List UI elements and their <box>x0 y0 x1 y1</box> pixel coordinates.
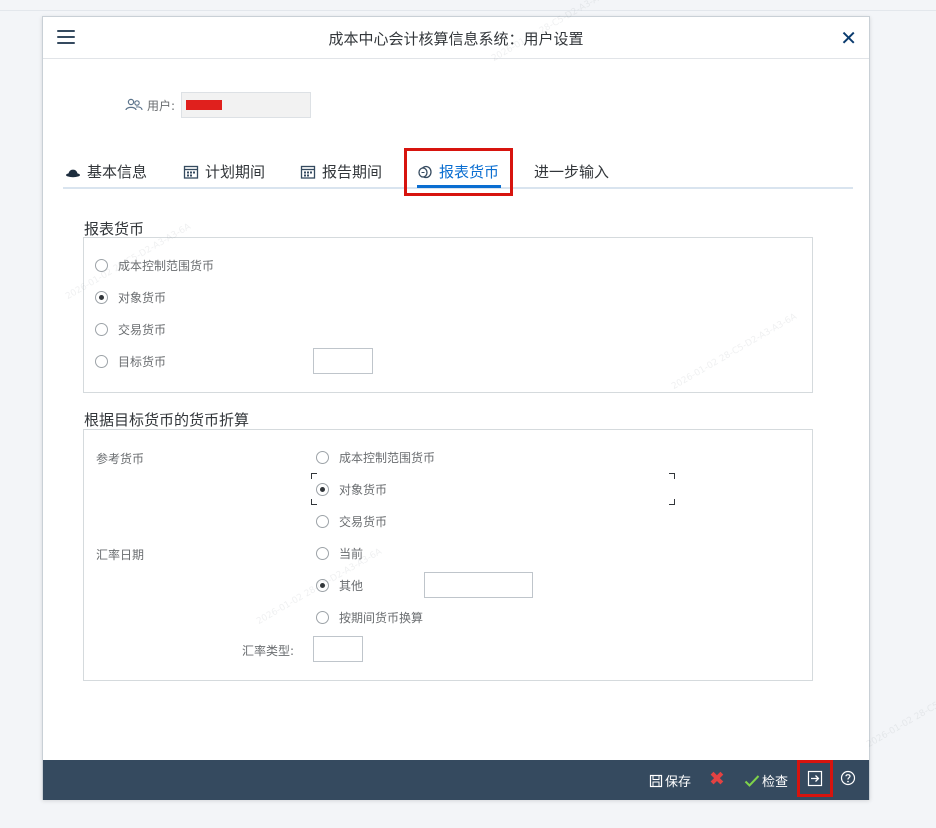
reference-currency-label: 参考货币 <box>96 452 145 466</box>
radio-date-other[interactable]: 其他 <box>316 577 363 594</box>
radio-button[interactable] <box>95 355 108 368</box>
save-button[interactable]: 保存 <box>649 771 691 790</box>
cancel-icon[interactable]: ✖ <box>709 768 725 790</box>
radio-button[interactable] <box>316 547 329 560</box>
check-button[interactable]: 检查 <box>744 771 788 790</box>
tab-label: 报表货币 <box>439 163 500 181</box>
calendar-icon <box>300 165 316 179</box>
users-icon <box>125 98 143 111</box>
help-button[interactable] <box>840 770 858 786</box>
focus-corner <box>311 499 317 505</box>
close-icon[interactable]: ✕ <box>840 26 857 50</box>
radio-button[interactable] <box>95 291 108 304</box>
tab-label: 进一步输入 <box>534 163 610 181</box>
user-settings-dialog: 成本中心会计核算信息系统：用户设置 ✕ 用户: 基本信息 计划期间 报告期间 报… <box>42 0 870 800</box>
redacted-username <box>186 100 223 110</box>
tab-report-currency[interactable]: 报表货币 <box>417 161 499 182</box>
tab-report-period[interactable]: 报告期间 <box>300 161 382 182</box>
tab-label: 基本信息 <box>87 163 148 181</box>
radio-transaction-currency[interactable]: 交易货币 <box>95 321 166 338</box>
radio-ref-transaction-currency[interactable]: 交易货币 <box>316 513 387 530</box>
check-label: 检查 <box>762 775 789 790</box>
calendar-icon <box>183 165 199 179</box>
radio-target-currency[interactable]: 目标货币 <box>95 353 166 370</box>
other-date-input[interactable] <box>424 572 533 598</box>
focus-corner <box>669 499 675 505</box>
rate-type-input[interactable] <box>313 636 363 662</box>
tab-label: 报告期间 <box>322 163 383 181</box>
radio-label: 对象货币 <box>339 483 388 497</box>
radio-label: 成本控制范围货币 <box>118 259 215 273</box>
radio-label: 当前 <box>339 547 364 561</box>
radio-date-current[interactable]: 当前 <box>316 545 363 562</box>
dialog-header: 成本中心会计核算信息系统：用户设置 ✕ <box>43 17 869 59</box>
radio-button[interactable] <box>316 515 329 528</box>
radio-button[interactable] <box>316 579 329 592</box>
radio-button[interactable] <box>316 611 329 624</box>
report-currency-title: 报表货币 <box>84 220 145 238</box>
radio-ref-cost-control-currency[interactable]: 成本控制范围货币 <box>316 449 435 466</box>
radio-button[interactable] <box>95 323 108 336</box>
help-icon <box>840 770 856 786</box>
radio-cost-control-currency[interactable]: 成本控制范围货币 <box>95 257 214 274</box>
hat-icon <box>66 169 80 177</box>
tab-plan-period[interactable]: 计划期间 <box>183 161 265 182</box>
checkmark-icon <box>744 774 760 787</box>
dialog-footer: 保存 ✖ 检查 <box>43 760 869 800</box>
radio-label: 交易货币 <box>118 323 167 337</box>
target-currency-input[interactable] <box>313 348 373 374</box>
radio-button[interactable] <box>316 451 329 464</box>
exchange-date-label: 汇率日期 <box>96 548 145 562</box>
radio-label: 目标货币 <box>118 355 167 369</box>
tab-basic-info[interactable]: 基本信息 <box>65 161 147 182</box>
radio-button[interactable] <box>95 259 108 272</box>
top-divider <box>0 10 936 11</box>
radio-object-currency[interactable]: 对象货币 <box>95 289 166 306</box>
radio-button[interactable] <box>316 483 329 496</box>
radio-label: 交易货币 <box>339 515 388 529</box>
user-row: 用户: <box>125 92 312 118</box>
user-field[interactable] <box>181 92 312 118</box>
active-tab-indicator <box>417 185 501 188</box>
focus-corner <box>669 473 675 479</box>
radio-label: 其他 <box>339 579 364 593</box>
tab-label: 计划期间 <box>205 163 266 181</box>
rate-type-label: 汇率类型: <box>242 644 295 658</box>
dialog-title: 成本中心会计核算信息系统：用户设置 <box>328 30 584 48</box>
watermark: 2026-01-02 28-C5-D2-A3-A3-6A <box>865 669 936 751</box>
tab-bar: 基本信息 计划期间 报告期间 报表货币 进一步输入 <box>63 148 853 196</box>
radio-ref-object-currency[interactable]: 对象货币 <box>316 481 387 498</box>
focus-corner <box>311 473 317 479</box>
radio-label: 按期间货币换算 <box>339 611 424 625</box>
save-label: 保存 <box>665 775 692 790</box>
user-label: 用户: <box>147 98 176 113</box>
conversion-title: 根据目标货币的货币折算 <box>84 411 250 429</box>
exit-highlight-box <box>797 760 833 797</box>
currency-icon <box>418 165 432 178</box>
save-icon <box>649 774 663 787</box>
radio-label: 对象货币 <box>118 291 167 305</box>
tab-further-input[interactable]: 进一步输入 <box>534 161 609 182</box>
conversion-box <box>83 429 813 681</box>
radio-label: 成本控制范围货币 <box>339 451 436 465</box>
radio-date-period-conversion[interactable]: 按期间货币换算 <box>316 609 423 626</box>
